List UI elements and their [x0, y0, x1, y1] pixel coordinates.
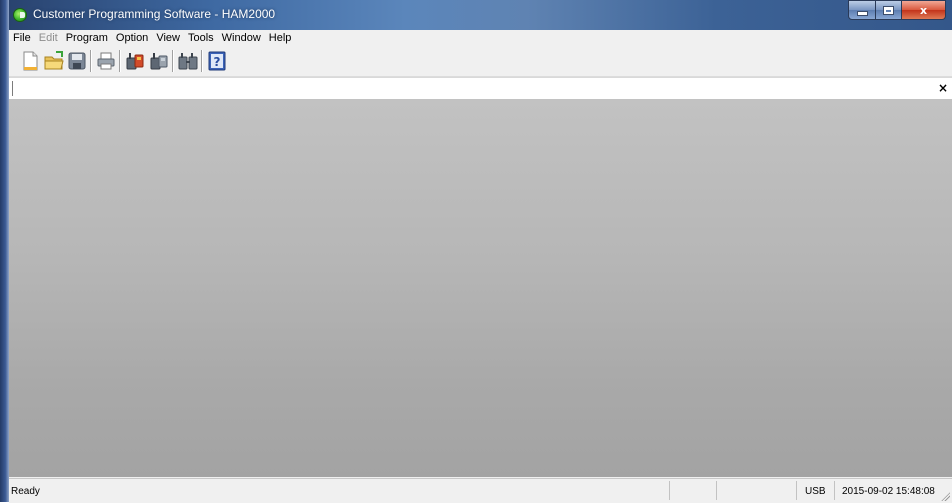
address-bar: ×	[9, 77, 952, 100]
status-datetime: 2015-09-02 15:48:08	[842, 486, 935, 497]
status-pane-divider	[716, 481, 717, 500]
menu-help[interactable]: Help	[265, 32, 296, 44]
clone-radio-icon	[178, 53, 198, 70]
toolbar-separator	[90, 50, 92, 72]
status-message: Ready	[11, 486, 40, 497]
toolbar-separator	[119, 50, 121, 72]
maximize-icon	[883, 5, 894, 15]
open-folder-icon	[44, 51, 64, 70]
window-left-border	[0, 0, 9, 502]
title-bar[interactable]: Customer Programming Software - HAM2000 …	[9, 0, 952, 30]
address-bar-grip[interactable]	[12, 81, 13, 96]
menu-bar: File Edit Program Option View Tools Wind…	[9, 30, 952, 46]
menu-file[interactable]: File	[9, 32, 35, 44]
app-logo-icon[interactable]	[13, 8, 27, 22]
address-bar-close-icon[interactable]: ×	[938, 81, 948, 95]
svg-text:?: ?	[214, 55, 221, 69]
new-file-button[interactable]	[19, 50, 41, 72]
clone-radio-button[interactable]	[177, 50, 199, 72]
application-window: Customer Programming Software - HAM2000 …	[0, 0, 952, 503]
toolbar-separator	[172, 50, 174, 72]
menu-edit[interactable]: Edit	[35, 32, 62, 44]
close-button[interactable]: x	[902, 0, 946, 20]
write-radio-icon	[150, 53, 168, 70]
help-button[interactable]: ?	[206, 50, 228, 72]
status-bar: Ready USB 2015-09-02 15:48:08	[9, 478, 952, 503]
read-radio-icon	[126, 53, 144, 70]
status-pane-divider	[669, 481, 670, 500]
close-icon: x	[919, 3, 928, 17]
new-file-icon	[23, 51, 38, 71]
minimize-icon	[856, 10, 868, 16]
menu-tools[interactable]: Tools	[184, 32, 218, 44]
minimize-button[interactable]	[848, 0, 876, 20]
caption-buttons: x	[848, 0, 946, 21]
status-pane-divider	[796, 481, 797, 500]
connection-status: USB	[805, 486, 826, 497]
resize-grip[interactable]	[940, 491, 950, 501]
save-button[interactable]	[66, 50, 88, 72]
save-disk-icon	[68, 52, 86, 70]
write-radio-button[interactable]	[148, 50, 170, 72]
maximize-button[interactable]	[876, 0, 902, 20]
menu-view[interactable]: View	[152, 32, 184, 44]
mdi-client-area[interactable]	[9, 99, 952, 477]
menu-option[interactable]: Option	[112, 32, 152, 44]
toolbar-separator	[201, 50, 203, 72]
toolbar: ?	[9, 46, 952, 77]
menu-window[interactable]: Window	[218, 32, 265, 44]
print-button[interactable]	[95, 50, 117, 72]
menu-program[interactable]: Program	[62, 32, 112, 44]
status-pane-divider	[834, 481, 835, 500]
window-title: Customer Programming Software - HAM2000	[33, 7, 276, 21]
help-icon: ?	[208, 51, 226, 71]
open-button[interactable]	[43, 50, 65, 72]
read-radio-button[interactable]	[124, 50, 146, 72]
print-icon	[97, 52, 115, 70]
